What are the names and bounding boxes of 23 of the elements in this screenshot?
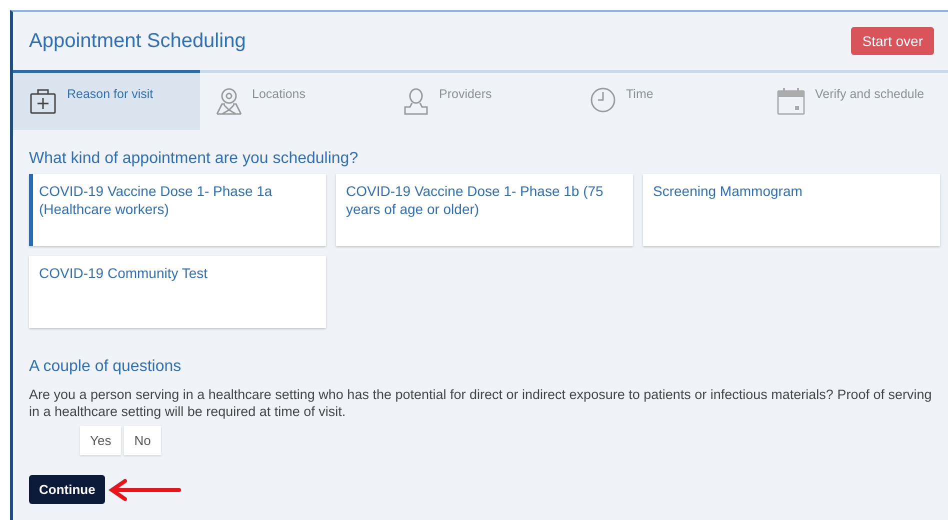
answer-button[interactable]: Yes	[80, 426, 122, 455]
step-tab[interactable]: Time	[574, 70, 761, 130]
step-tab[interactable]: Providers	[387, 70, 574, 130]
appointment-option[interactable]: COVID-19 Vaccine Dose 1- Phase 1b (75 years of age or older)	[336, 174, 633, 246]
appointment-option[interactable]: COVID-19 Community Test	[29, 256, 326, 328]
step-tab[interactable]: Reason for visit	[13, 70, 200, 130]
question-text: Are you a person serving in a healthcare setting who has the potential for direct or indirect exposure to patients or infectious materials? Proof of serving in a healthcare setting will be required at time of visit.	[29, 386, 932, 420]
appointment-option[interactable]: Screening Mammogram	[643, 174, 940, 246]
continue-button[interactable]: Continue	[29, 475, 106, 504]
medical-kit-icon	[29, 87, 57, 115]
calendar-icon	[777, 87, 805, 115]
arrow-icon	[107, 478, 182, 502]
page-title: Appointment Scheduling	[29, 30, 246, 52]
step-tab[interactable]: Verify and schedule	[761, 70, 948, 130]
clock-icon	[590, 87, 616, 113]
section-heading: What kind of appointment are you scheduling?	[29, 150, 360, 168]
section-heading: A couple of questions	[29, 358, 182, 376]
person-icon	[403, 87, 429, 115]
step-tab[interactable]: Locations	[200, 70, 387, 130]
start-over-button[interactable]: Start over	[851, 27, 934, 55]
answer-button[interactable]: No	[124, 426, 161, 455]
appointment-option[interactable]: COVID-19 Vaccine Dose 1- Phase 1a (Healthcare workers)	[29, 174, 326, 246]
map-pin-icon	[216, 87, 242, 115]
